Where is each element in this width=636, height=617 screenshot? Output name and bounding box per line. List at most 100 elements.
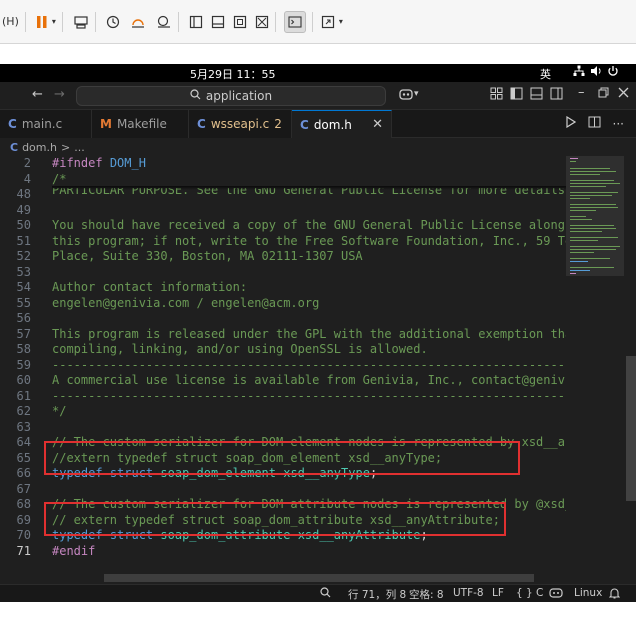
host-menu-label[interactable]: (H) bbox=[2, 11, 19, 33]
tab-main-c[interactable]: C main.c bbox=[0, 110, 92, 138]
snapshot-clock-icon[interactable] bbox=[106, 11, 120, 33]
tab-wsseapi-c[interactable]: C wsseapi.c 2 bbox=[189, 110, 292, 138]
minimap[interactable] bbox=[566, 156, 636, 584]
chevron-down-icon[interactable]: ▾ bbox=[339, 11, 343, 33]
code-line[interactable]: */ bbox=[52, 404, 66, 420]
problem-count-badge: 2 bbox=[274, 117, 282, 131]
breadcrumb-file[interactable]: dom.h bbox=[22, 141, 57, 154]
code-line[interactable]: engelen@genivia.com / engelen@acm.org bbox=[52, 296, 319, 312]
copilot-icon[interactable] bbox=[398, 87, 414, 104]
system-tray[interactable] bbox=[573, 65, 619, 80]
minimize-icon[interactable]: – bbox=[578, 85, 585, 100]
cursor-position[interactable]: 行 71，列 8 bbox=[348, 587, 406, 602]
chevron-down-icon[interactable]: ▾ bbox=[52, 11, 56, 33]
code-line[interactable]: Place, Suite 330, Boston, MA 02111-1307 … bbox=[52, 249, 363, 265]
zoom-icon[interactable] bbox=[320, 587, 331, 601]
code-line[interactable]: Author contact information: bbox=[52, 280, 247, 296]
makefile-icon: M bbox=[100, 117, 112, 131]
toggle-panel-icon[interactable] bbox=[530, 87, 543, 103]
end-of-line[interactable]: LF bbox=[492, 587, 504, 599]
sticky-line-ifndef[interactable]: #ifndef DOM_H bbox=[52, 156, 146, 172]
vertical-scrollbar[interactable] bbox=[626, 356, 636, 501]
breadcrumb-symbol[interactable]: ... bbox=[74, 141, 85, 154]
code-line[interactable]: ----------------------------------------… bbox=[52, 358, 566, 374]
line-number: 2 bbox=[23, 156, 31, 170]
toolbar-divider bbox=[24, 11, 26, 32]
stretch-icon[interactable] bbox=[321, 11, 335, 33]
toolbar-divider bbox=[177, 11, 179, 32]
horizontal-scrollbar[interactable] bbox=[104, 574, 534, 582]
close-tab-icon[interactable]: ✕ bbox=[372, 117, 383, 132]
code-line[interactable]: ----------------------------------------… bbox=[52, 389, 566, 405]
customize-layout-icon[interactable] bbox=[490, 87, 503, 103]
line-number-gutter: 2 4 48 49 50 51 52 53 54 55 56 57 58 59 … bbox=[0, 156, 40, 584]
toggle-secondary-sidebar-icon[interactable] bbox=[550, 87, 563, 103]
more-actions-icon[interactable]: ··· bbox=[613, 117, 624, 131]
revert-snapshot-icon[interactable] bbox=[130, 11, 146, 33]
console-view-icon[interactable] bbox=[211, 11, 225, 33]
host-margin bbox=[0, 44, 636, 64]
breadcrumb-separator: > bbox=[60, 140, 71, 154]
current-line-number: 71 bbox=[16, 543, 31, 558]
pause-icon[interactable] bbox=[36, 11, 48, 33]
sticky-line-comment-open[interactable]: /* bbox=[52, 172, 66, 188]
chevron-down-icon[interactable]: ▾ bbox=[414, 89, 419, 99]
sticky-scroll-shadow bbox=[52, 186, 566, 190]
sidebar-view-icon[interactable] bbox=[189, 11, 203, 33]
code-line[interactable]: A commercial use license is available fr… bbox=[52, 373, 566, 389]
c-file-icon: C bbox=[300, 117, 309, 132]
input-method-indicator[interactable]: 英 bbox=[540, 66, 551, 82]
devices-icon[interactable] bbox=[73, 11, 89, 33]
code-line-endif[interactable]: #endif bbox=[52, 544, 95, 560]
code-line[interactable]: You should have received a copy of the G… bbox=[52, 218, 566, 234]
volume-icon bbox=[590, 65, 602, 80]
file-encoding[interactable]: UTF-8 bbox=[453, 587, 484, 599]
line-number: 62 bbox=[16, 404, 31, 418]
close-window-icon[interactable] bbox=[618, 87, 629, 101]
back-arrow-icon[interactable]: ← bbox=[32, 87, 43, 102]
notifications-bell-icon[interactable] bbox=[608, 587, 621, 602]
snapshot-manager-icon[interactable] bbox=[156, 11, 172, 33]
tab-dom-h[interactable]: C dom.h ✕ bbox=[292, 110, 392, 138]
line-number: 50 bbox=[16, 218, 31, 232]
search-icon bbox=[190, 89, 201, 103]
line-number: 70 bbox=[16, 528, 31, 542]
unity-mode-icon[interactable] bbox=[255, 11, 269, 33]
code-line[interactable]: This program is released under the GPL w… bbox=[52, 327, 566, 343]
line-number: 55 bbox=[16, 295, 31, 310]
system-clock[interactable]: 5月29日 11：55 bbox=[190, 66, 276, 82]
toggle-sidebar-icon[interactable] bbox=[510, 87, 523, 103]
highlight-box bbox=[44, 441, 520, 475]
power-icon bbox=[607, 65, 619, 80]
tab-label: dom.h bbox=[313, 117, 352, 132]
copilot-status-icon[interactable] bbox=[549, 587, 563, 601]
split-editor-icon[interactable] bbox=[588, 116, 601, 132]
tab-label: Makefile bbox=[116, 117, 167, 131]
code-line[interactable]: compiling, linking, and/or using OpenSSL… bbox=[52, 342, 428, 358]
platform-indicator[interactable]: Linux bbox=[574, 587, 602, 599]
language-mode[interactable]: { } C bbox=[516, 587, 543, 599]
line-number: 4 bbox=[23, 171, 31, 186]
network-icon bbox=[573, 65, 585, 80]
fullscreen-icon[interactable] bbox=[233, 11, 247, 33]
line-number: 64 bbox=[16, 435, 31, 449]
toolbar-divider bbox=[274, 11, 276, 32]
tab-label: main.c bbox=[21, 117, 63, 131]
line-number: 54 bbox=[16, 280, 31, 294]
restore-icon[interactable] bbox=[598, 87, 609, 101]
terminal-icon[interactable] bbox=[283, 10, 306, 33]
run-icon[interactable] bbox=[565, 115, 576, 132]
tab-label: wsseapi.c bbox=[210, 117, 270, 131]
toolbar-divider bbox=[311, 11, 313, 32]
code-line[interactable]: this program; if not, write to the Free … bbox=[52, 234, 566, 250]
forward-arrow-icon[interactable]: → bbox=[54, 87, 65, 102]
indentation-setting[interactable]: 空格: 8 bbox=[409, 587, 444, 602]
line-number: 66 bbox=[16, 466, 31, 480]
line-number: 61 bbox=[16, 388, 31, 403]
editor-actions: ··· bbox=[565, 110, 636, 138]
tab-makefile[interactable]: M Makefile bbox=[92, 110, 189, 138]
code-editor[interactable]: 2 4 48 49 50 51 52 53 54 55 56 57 58 59 … bbox=[0, 156, 636, 584]
command-center-search[interactable]: application bbox=[76, 86, 386, 106]
vm-host-toolbar: (H) ▾ ▾ bbox=[0, 0, 636, 44]
status-bar: 行 71，列 8 空格: 8 UTF-8 LF { } C Linux bbox=[0, 584, 636, 602]
